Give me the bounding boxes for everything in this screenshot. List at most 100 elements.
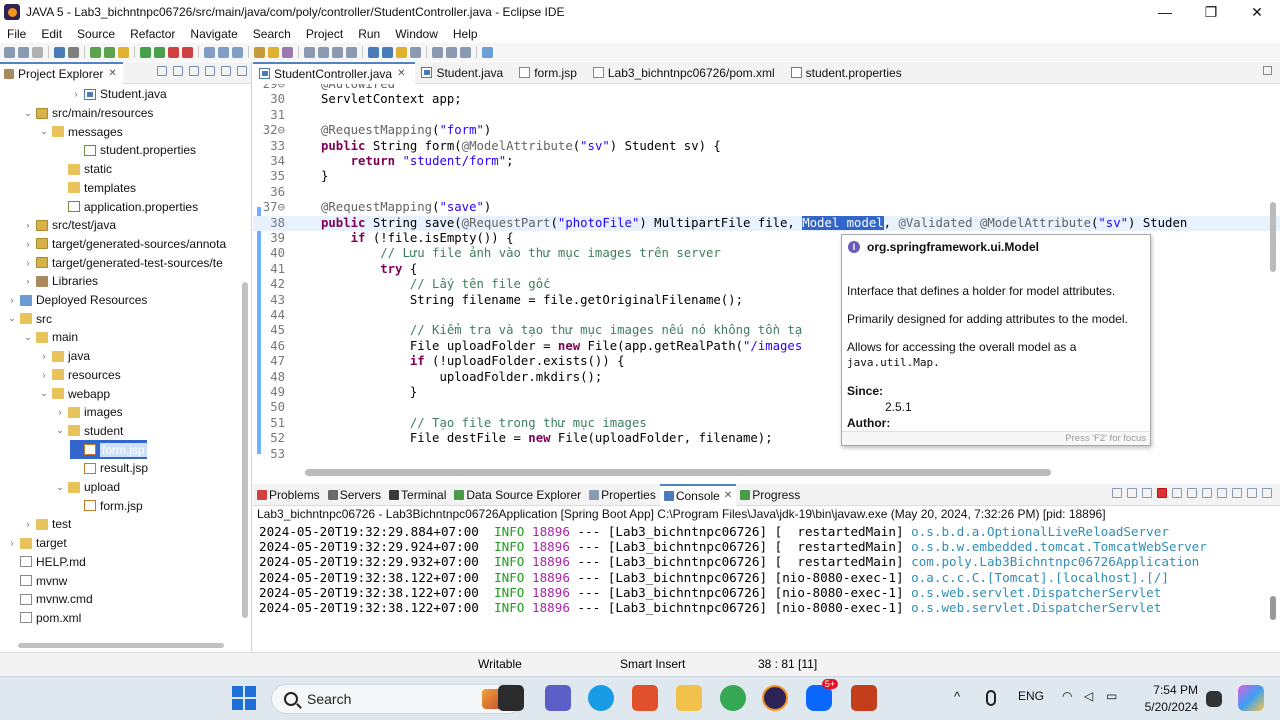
language-indicator[interactable]: ENG	[1018, 689, 1044, 703]
explorer-vertical-scrollbar[interactable]	[242, 282, 248, 618]
tab-properties[interactable]: Properties	[585, 484, 660, 506]
toolbar-button-icon[interactable]	[318, 46, 329, 58]
chevron-right-icon[interactable]: ›	[22, 239, 34, 249]
chevron-down-icon[interactable]: ⌄	[22, 332, 34, 343]
tree-item[interactable]: pom.xml	[6, 609, 81, 628]
clear-console-icon[interactable]	[1202, 488, 1212, 498]
windows-start-icon[interactable]	[231, 685, 257, 711]
tree-item[interactable]: form.jsp	[70, 496, 143, 515]
maximize-view-icon[interactable]	[237, 66, 247, 76]
toolbar-button-icon[interactable]	[182, 46, 193, 58]
tree-item[interactable]: result.jsp	[70, 459, 148, 478]
close-window-button[interactable]: ✕	[1234, 0, 1280, 24]
chevron-down-icon[interactable]: ⌄	[38, 388, 50, 399]
chevron-right-icon[interactable]: ›	[22, 220, 34, 230]
menu-item-search[interactable]: Search	[246, 27, 299, 41]
terminate-icon[interactable]	[1157, 488, 1167, 498]
tree-item[interactable]: ⌄ webapp	[38, 384, 110, 403]
toolbar-button-icon[interactable]	[118, 46, 129, 58]
tab-data-source-explorer[interactable]: Data Source Explorer	[450, 484, 585, 506]
powerpoint-icon[interactable]	[851, 685, 877, 711]
chevron-down-icon[interactable]: ⌄	[6, 313, 18, 324]
chevron-up-icon[interactable]: ^	[954, 689, 960, 704]
chevron-right-icon[interactable]: ›	[22, 519, 34, 529]
notification-icon[interactable]	[1206, 691, 1222, 707]
menu-item-refactor[interactable]: Refactor	[123, 27, 183, 41]
word-wrap-icon[interactable]	[1187, 488, 1197, 498]
maximize-button[interactable]: ❐	[1188, 0, 1234, 24]
maximize-view-icon[interactable]	[1262, 488, 1272, 498]
tree-item[interactable]: static	[54, 160, 112, 179]
tree-item[interactable]: › target/generated-test-sources/te	[22, 253, 223, 272]
menu-item-project[interactable]: Project	[299, 27, 351, 41]
tree-item[interactable]: application.properties	[54, 197, 198, 216]
toolbar-button-icon[interactable]	[432, 46, 443, 58]
toolbar-button-icon[interactable]	[140, 46, 151, 58]
chevron-right-icon[interactable]: ›	[22, 276, 34, 286]
chevron-down-icon[interactable]: ⌄	[38, 126, 50, 137]
close-icon[interactable]: ✕	[724, 490, 732, 501]
chrome-icon[interactable]	[720, 685, 746, 711]
toolbar-button-icon[interactable]	[32, 46, 43, 58]
javadoc-hover-popup[interactable]: I org.springframework.ui.Model Interface…	[841, 234, 1151, 446]
tree-item[interactable]: › Student.java	[70, 85, 167, 104]
toolbar-button-icon[interactable]	[282, 46, 293, 58]
tree-item[interactable]: › test	[22, 515, 72, 534]
toolbar-button-icon[interactable]	[154, 46, 165, 58]
minimize-button[interactable]: —	[1142, 0, 1188, 24]
toolbar-button-icon[interactable]	[446, 46, 457, 58]
volume-icon[interactable]: ◁	[1084, 689, 1093, 703]
tree-item[interactable]: mvnw.cmd	[6, 590, 93, 609]
editor-tab[interactable]: form.jsp	[513, 62, 587, 84]
tree-item[interactable]: › resources	[38, 366, 121, 385]
toolbar-button-icon[interactable]	[346, 46, 357, 58]
chevron-down-icon[interactable]: ⌄	[22, 108, 34, 119]
chevron-right-icon[interactable]: ›	[6, 538, 18, 548]
tab-project-explorer[interactable]: Project Explorer ✕	[0, 61, 123, 84]
remove-all-icon[interactable]	[1142, 488, 1152, 498]
toolbar-button-icon[interactable]	[304, 46, 315, 58]
collapse-all-icon[interactable]	[157, 66, 167, 76]
copilot-icon[interactable]	[1238, 685, 1264, 711]
toolbar-button-icon[interactable]	[254, 46, 265, 58]
editor-tab[interactable]: Student.java	[415, 62, 513, 84]
toolbar-button-icon[interactable]	[232, 46, 243, 58]
tab-console[interactable]: Console ✕	[659, 483, 737, 506]
editor-tab[interactable]: StudentController.java ✕	[253, 61, 416, 84]
tree-item[interactable]: › images	[54, 403, 123, 422]
scroll-lock-icon[interactable]	[1172, 488, 1182, 498]
eclipse-taskbar-icon[interactable]	[762, 685, 788, 711]
microphone-icon[interactable]	[986, 690, 996, 706]
pin-console-icon[interactable]	[1112, 488, 1122, 498]
edge-icon[interactable]	[588, 685, 614, 711]
tree-item[interactable]: › target	[6, 534, 67, 553]
tree-item[interactable]: › java	[38, 347, 91, 366]
teams-icon[interactable]	[545, 685, 571, 711]
editor-tab[interactable]: student.properties	[785, 62, 912, 84]
tree-item[interactable]: student.properties	[70, 141, 196, 160]
toolbar-button-icon[interactable]	[218, 46, 229, 58]
toolbar-button-icon[interactable]	[268, 46, 279, 58]
tree-item[interactable]: mvnw	[6, 571, 67, 590]
chevron-down-icon[interactable]: ⌄	[54, 482, 66, 493]
toolbar-button-icon[interactable]	[332, 46, 343, 58]
toolbar-button-icon[interactable]	[68, 46, 79, 58]
tree-item[interactable]: › Deployed Resources	[6, 291, 148, 310]
menu-item-edit[interactable]: Edit	[34, 27, 70, 41]
chevron-right-icon[interactable]: ›	[70, 89, 82, 99]
tree-item[interactable]: ⌄ student	[54, 422, 123, 441]
tab-problems[interactable]: Problems	[253, 484, 324, 506]
task-view-icon[interactable]	[498, 685, 524, 711]
clock[interactable]: 7:54 PM 5/20/2024	[1136, 682, 1198, 716]
toolbar-button-icon[interactable]	[4, 46, 15, 58]
taskbar-search-input[interactable]: Search	[271, 684, 523, 714]
toolbar-button-icon[interactable]	[204, 46, 215, 58]
toolbar-button-icon[interactable]	[368, 46, 379, 58]
chevron-right-icon[interactable]: ›	[38, 370, 50, 380]
tree-item[interactable]: ⌄ src/main/resources	[22, 104, 153, 123]
link-with-editor-icon[interactable]	[173, 66, 183, 76]
file-explorer-icon[interactable]	[676, 685, 702, 711]
toolbar-button-icon[interactable]	[382, 46, 393, 58]
filter-icon[interactable]	[189, 66, 199, 76]
tree-item[interactable]: ⌄ upload	[54, 478, 120, 497]
